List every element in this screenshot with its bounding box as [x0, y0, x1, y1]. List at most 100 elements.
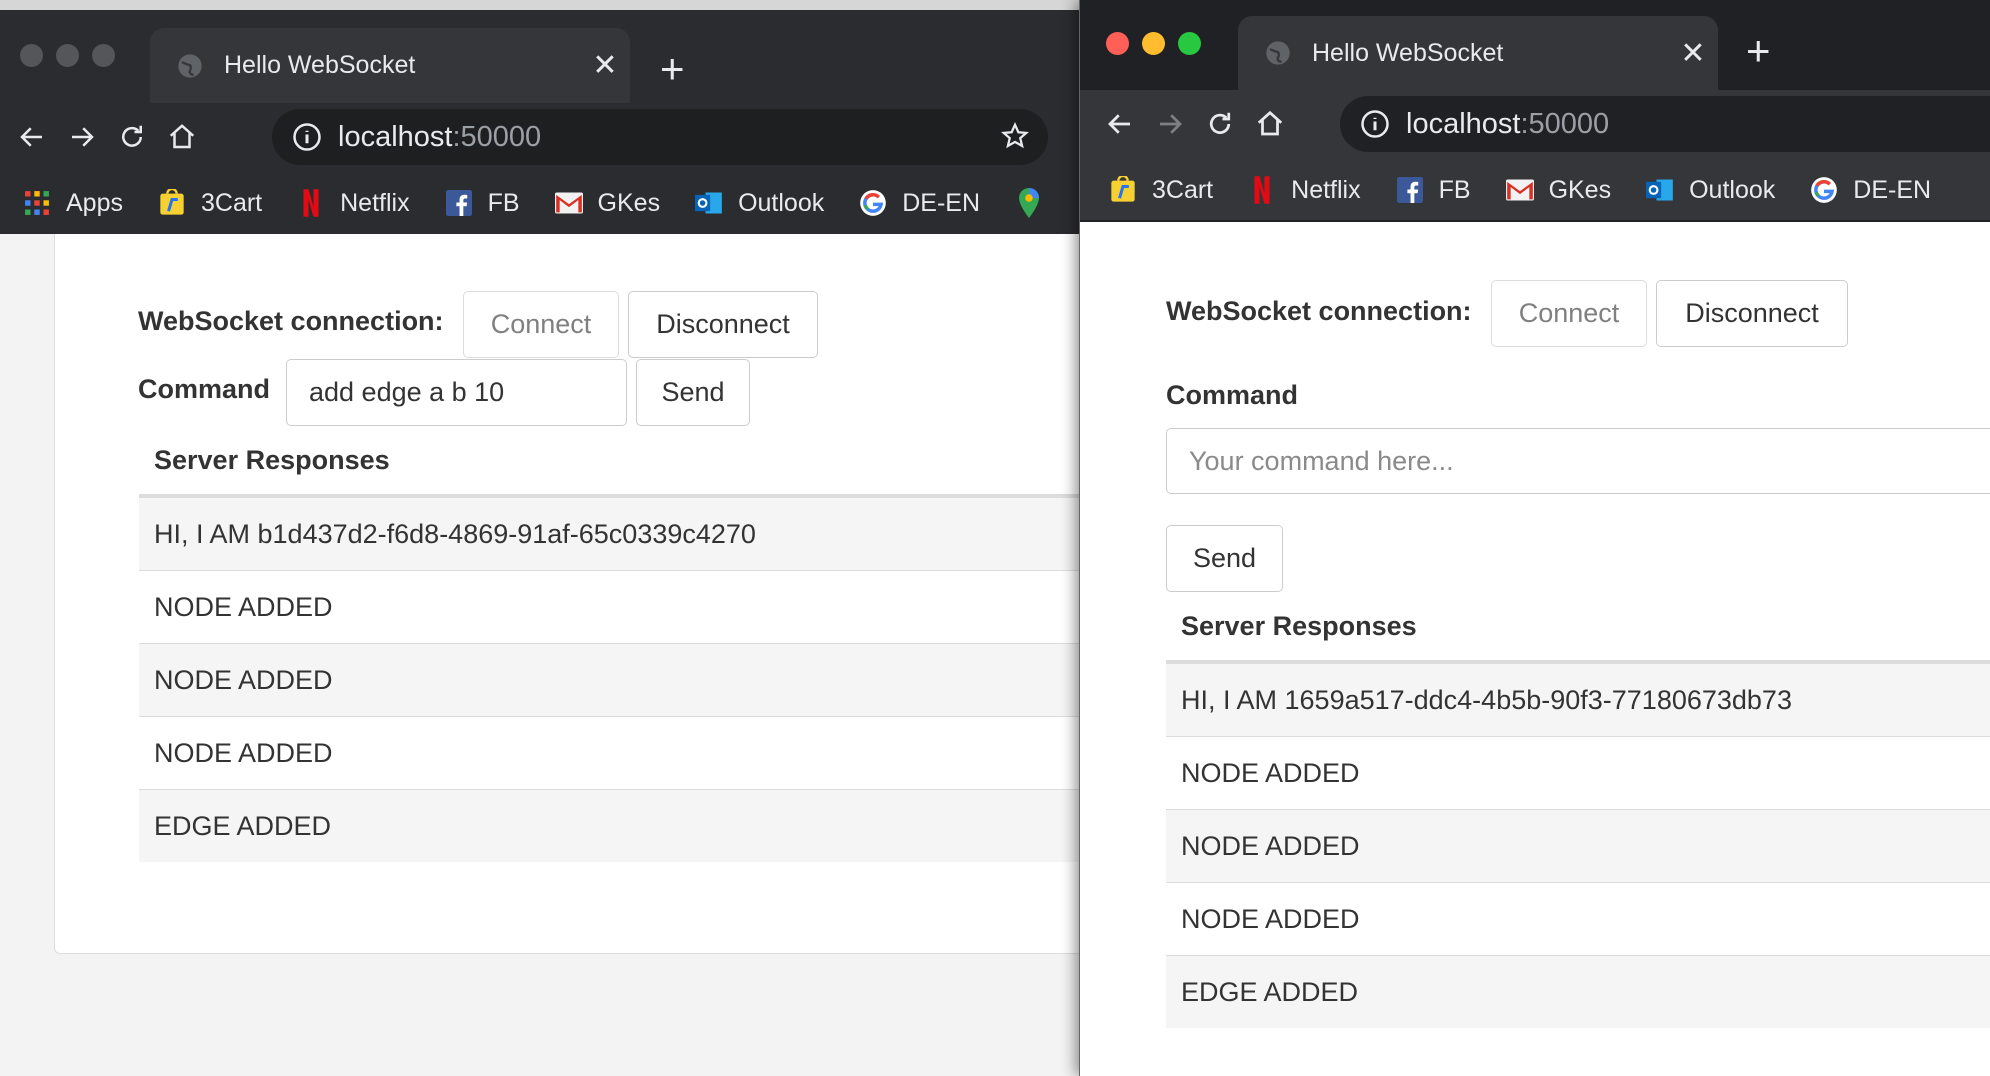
- table-row: HI, I AM 1659a517-ddc4-4b5b-90f3-7718067…: [1166, 663, 1990, 736]
- bookmark-de-en[interactable]: DE-EN: [858, 188, 980, 218]
- connect-button[interactable]: Connect: [463, 291, 619, 358]
- table-row: HI, I AM b1d437d2-f6d8-4869-91af-65c0339…: [139, 497, 1080, 570]
- bookmark-netflix[interactable]: Netflix: [296, 188, 410, 218]
- bookmark-outlook[interactable]: Outlook: [1645, 175, 1775, 205]
- gmail-icon: [554, 188, 584, 218]
- bookmark-3cart[interactable]: 3Cart: [157, 188, 262, 218]
- tab-title: Hello WebSocket: [1312, 38, 1504, 67]
- table-row: NODE ADDED: [1166, 736, 1990, 809]
- bookmarks-bar: 3Cart Netflix FB GKes Outlook DE-EN: [1080, 160, 1990, 220]
- toolbar: localhost:50000: [0, 103, 1080, 173]
- address-bar[interactable]: localhost:50000: [1340, 96, 1990, 152]
- forward-arrow-icon[interactable]: [1150, 104, 1190, 144]
- close-tab-icon[interactable]: ✕: [580, 48, 630, 83]
- bookmark-label: FB: [487, 188, 520, 217]
- bookmark-gkes[interactable]: GKes: [1505, 175, 1612, 205]
- command-input[interactable]: add edge a b 10: [286, 359, 627, 426]
- command-input[interactable]: Your command here...: [1166, 428, 1990, 494]
- bookmarks-bar: Apps 3Cart Netflix FB GKes Outlook DE-EN: [0, 173, 1080, 233]
- table-row: NODE ADDED: [139, 643, 1080, 716]
- desktop: Hello WebSocket ✕ + localhost:50000 App…: [0, 0, 1990, 1076]
- bookmark-gkes[interactable]: GKes: [554, 188, 661, 218]
- responses-header: Server Responses: [1166, 593, 1990, 663]
- toolbar: localhost:50000: [1080, 90, 1990, 160]
- connection-label: WebSocket connection:: [1166, 296, 1472, 326]
- connection-label: WebSocket connection:: [138, 306, 444, 336]
- back-arrow-icon[interactable]: [12, 117, 52, 157]
- bookmark-label: Outlook: [1689, 175, 1776, 204]
- tab-title: Hello WebSocket: [224, 51, 416, 79]
- bookmark-netflix[interactable]: Netflix: [1247, 175, 1361, 205]
- flipkart-icon: [1108, 175, 1138, 205]
- page-content: WebSocket connection: Connect Disconnect…: [1080, 222, 1990, 1076]
- table-row: EDGE ADDED: [139, 789, 1080, 862]
- bookmark-apps[interactable]: Apps: [22, 188, 123, 218]
- forward-arrow-icon[interactable]: [62, 117, 102, 157]
- zoom-window-button[interactable]: [92, 44, 115, 67]
- connect-button[interactable]: Connect: [1491, 280, 1647, 347]
- minimize-window-button[interactable]: [1142, 32, 1165, 55]
- netflix-icon: [296, 188, 326, 218]
- window-controls: [1106, 32, 1201, 55]
- window-controls: [20, 44, 115, 67]
- bookmark-star-icon[interactable]: [1000, 121, 1030, 151]
- table-row: NODE ADDED: [1166, 882, 1990, 955]
- close-tab-icon[interactable]: ✕: [1668, 36, 1718, 71]
- site-info-icon[interactable]: [292, 122, 322, 152]
- url-port: :50000: [452, 120, 542, 153]
- bookmark-fb[interactable]: FB: [444, 188, 520, 218]
- table-row: NODE ADDED: [139, 570, 1080, 643]
- gmail-icon: [1505, 175, 1535, 205]
- apps-grid-icon: [22, 188, 52, 218]
- table-row: EDGE ADDED: [1166, 955, 1990, 1028]
- bookmark-label: GKes: [597, 188, 661, 217]
- bookmark-outlook[interactable]: Outlook: [694, 188, 824, 218]
- url-host: localhost: [338, 120, 453, 153]
- send-button[interactable]: Send: [636, 359, 750, 426]
- bookmark-label: DE-EN: [1853, 175, 1932, 204]
- globe-icon: [178, 53, 202, 78]
- flipkart-icon: [157, 188, 187, 218]
- tab-hello-websocket[interactable]: Hello WebSocket ✕: [1238, 16, 1718, 90]
- home-icon[interactable]: [1250, 104, 1290, 144]
- minimize-window-button[interactable]: [56, 44, 79, 67]
- netflix-icon: [1247, 175, 1277, 205]
- browser-window-right: Hello WebSocket ✕ + localhost:50000 3Ca…: [1079, 0, 1990, 1076]
- bookmark-3cart[interactable]: 3Cart: [1108, 175, 1213, 205]
- bookmark-label: DE-EN: [902, 188, 981, 217]
- bookmark-maps[interactable]: [1014, 188, 1058, 218]
- reload-icon[interactable]: [1200, 104, 1240, 144]
- bookmark-fb[interactable]: FB: [1395, 175, 1471, 205]
- facebook-icon: [1395, 175, 1425, 205]
- close-window-button[interactable]: [1106, 32, 1129, 55]
- back-arrow-icon[interactable]: [1100, 104, 1140, 144]
- bookmark-label: 3Cart: [200, 188, 263, 217]
- bookmark-label: Netflix: [340, 188, 410, 217]
- command-label: Command: [138, 374, 271, 404]
- globe-icon: [1266, 41, 1290, 65]
- home-icon[interactable]: [162, 117, 202, 157]
- bookmark-label: Outlook: [738, 188, 825, 217]
- browser-chrome: Hello WebSocket ✕ +: [1080, 0, 1990, 222]
- disconnect-button[interactable]: Disconnect: [628, 291, 818, 358]
- address-bar[interactable]: localhost:50000: [272, 109, 1048, 165]
- table-row: NODE ADDED: [139, 716, 1080, 789]
- new-tab-button[interactable]: +: [1746, 30, 1771, 72]
- bookmark-label: Netflix: [1291, 175, 1361, 204]
- outlook-icon: [1645, 175, 1675, 205]
- new-tab-button[interactable]: +: [660, 48, 685, 90]
- bookmark-label: GKes: [1548, 175, 1612, 204]
- zoom-window-button[interactable]: [1178, 32, 1201, 55]
- site-info-icon[interactable]: [1360, 109, 1390, 139]
- bookmark-label: FB: [1438, 175, 1471, 204]
- disconnect-button[interactable]: Disconnect: [1656, 280, 1848, 347]
- close-window-button[interactable]: [20, 44, 43, 67]
- browser-chrome: Hello WebSocket ✕ +: [0, 0, 1080, 234]
- reload-icon[interactable]: [112, 117, 152, 157]
- command-label: Command: [1166, 380, 1299, 410]
- google-icon: [1809, 175, 1839, 205]
- tab-strip: Hello WebSocket ✕ +: [0, 0, 1080, 103]
- tab-hello-websocket[interactable]: Hello WebSocket ✕: [150, 28, 630, 103]
- send-button[interactable]: Send: [1166, 525, 1283, 592]
- bookmark-de-en[interactable]: DE-EN: [1809, 175, 1931, 205]
